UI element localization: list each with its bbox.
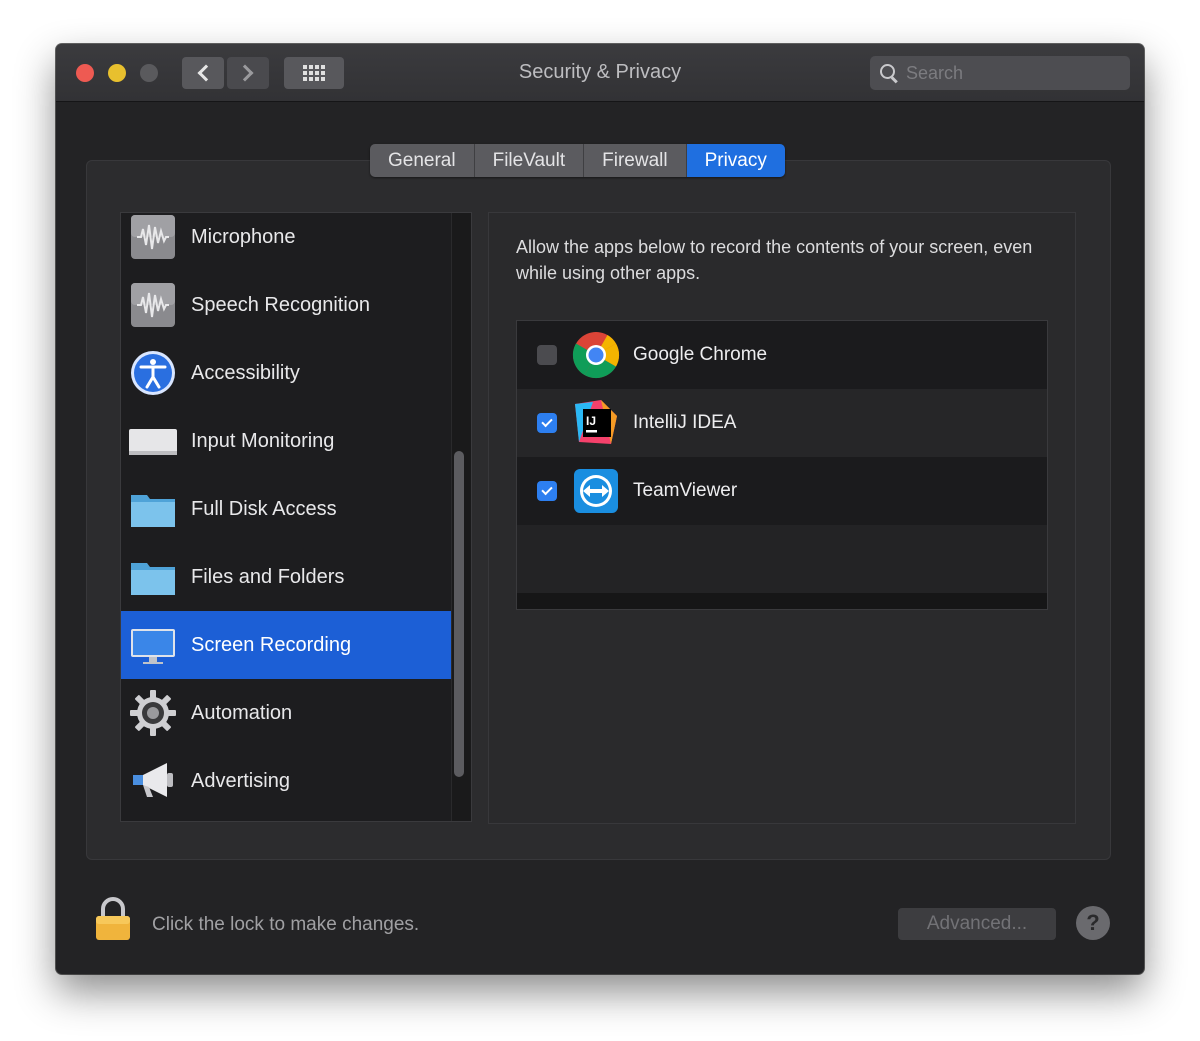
sidebar-item-label: Speech Recognition bbox=[191, 293, 371, 316]
sidebar-item-label: Input Monitoring bbox=[191, 429, 335, 452]
sidebar-item-screen-recording[interactable]: Screen Recording bbox=[121, 611, 451, 679]
tab-general[interactable]: General bbox=[370, 144, 475, 177]
sidebar-item-label: Full Disk Access bbox=[191, 497, 337, 520]
help-button[interactable]: ? bbox=[1076, 906, 1110, 940]
megaphone-icon bbox=[133, 763, 173, 797]
app-row-intellij-idea[interactable]: IJ IntelliJ IDEA bbox=[517, 389, 1047, 457]
search-field[interactable] bbox=[870, 56, 1130, 90]
lock-hint-text: Click the lock to make changes. bbox=[152, 914, 420, 935]
display-icon bbox=[131, 629, 175, 664]
preferences-window: Security & Privacy General FileVault Fir… bbox=[56, 44, 1144, 974]
app-name: Google Chrome bbox=[633, 344, 768, 365]
checkbox-intellij-idea[interactable] bbox=[537, 413, 557, 433]
chrome-icon bbox=[572, 332, 620, 379]
accessibility-icon bbox=[131, 351, 175, 395]
intellij-icon: IJ bbox=[575, 400, 617, 444]
title-bar: Security & Privacy bbox=[56, 44, 1144, 102]
search-input[interactable] bbox=[906, 62, 1106, 84]
svg-text:IJ: IJ bbox=[586, 414, 596, 428]
sidebar-item-label: Advertising bbox=[191, 769, 290, 792]
folder-icon bbox=[131, 563, 175, 595]
tab-firewall[interactable]: Firewall bbox=[584, 144, 687, 177]
tab-privacy[interactable]: Privacy bbox=[686, 144, 785, 177]
app-permission-list: Google Chrome IJ IntelliJ IDEA TeamViewe… bbox=[516, 320, 1048, 610]
sidebar-item-accessibility[interactable]: Accessibility bbox=[121, 339, 451, 407]
sidebar-item-advertising[interactable]: Advertising bbox=[121, 747, 451, 815]
checkmark-icon bbox=[541, 483, 553, 496]
sidebar-item-full-disk-access[interactable]: Full Disk Access bbox=[121, 475, 451, 543]
keyboard-icon bbox=[129, 429, 177, 455]
app-name: IntelliJ IDEA bbox=[633, 412, 737, 433]
app-row-teamviewer[interactable]: TeamViewer bbox=[517, 457, 1047, 525]
advanced-button[interactable]: Advanced... bbox=[898, 908, 1056, 940]
tab-bar: General FileVault Firewall Privacy bbox=[370, 144, 785, 177]
folder-icon bbox=[131, 495, 175, 527]
sidebar-item-automation[interactable]: Automation bbox=[121, 679, 451, 747]
speech-recognition-icon bbox=[131, 283, 175, 327]
microphone-icon bbox=[131, 215, 175, 259]
checkbox-teamviewer[interactable] bbox=[537, 481, 557, 501]
sidebar-item-label: Screen Recording bbox=[191, 633, 352, 656]
screen-recording-description: Allow the apps below to record the conte… bbox=[516, 237, 1033, 283]
sidebar-item-label: Files and Folders bbox=[191, 565, 345, 588]
sidebar-item-label: Accessibility bbox=[191, 361, 300, 384]
list-bottom-bar bbox=[517, 593, 1047, 609]
sidebar-item-files-and-folders[interactable]: Files and Folders bbox=[121, 543, 451, 611]
privacy-category-list: Microphone Speech Recognition Accessibil… bbox=[120, 212, 472, 822]
sidebar-item-label: Automation bbox=[191, 701, 293, 724]
app-row-google-chrome[interactable]: Google Chrome bbox=[517, 321, 1047, 389]
checkmark-icon bbox=[541, 415, 553, 428]
sidebar-item-microphone[interactable]: Microphone bbox=[121, 213, 451, 271]
sidebar-item-input-monitoring[interactable]: Input Monitoring bbox=[121, 407, 451, 475]
search-icon bbox=[880, 64, 898, 82]
checkbox-google-chrome[interactable] bbox=[537, 345, 557, 365]
app-name: TeamViewer bbox=[633, 480, 738, 501]
sidebar-scrollbar-thumb[interactable] bbox=[454, 451, 464, 777]
gear-icon bbox=[130, 690, 176, 736]
teamviewer-icon bbox=[574, 469, 618, 513]
sidebar-item-speech-recognition[interactable]: Speech Recognition bbox=[121, 271, 451, 339]
lock-icon[interactable] bbox=[94, 896, 132, 942]
tab-filevault[interactable]: FileVault bbox=[474, 144, 585, 177]
sidebar-item-label: Microphone bbox=[191, 225, 296, 248]
